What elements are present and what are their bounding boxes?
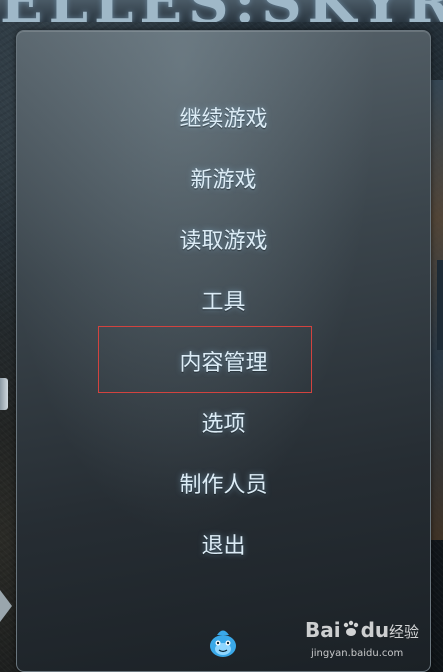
menu-item-load-game[interactable]: 读取游戏 [17, 227, 430, 257]
watermark-url: jingyan.baidu.com [311, 648, 404, 659]
baidu-logo-text: Bai [305, 618, 341, 642]
menu-item-tools[interactable]: 工具 [17, 288, 430, 318]
game-logo-banner: ELLES:SKYRIM [0, 0, 443, 22]
menu-item-credits[interactable]: 制作人员 [17, 471, 430, 501]
highlight-annotation-box [98, 326, 312, 393]
menu-item-new-game[interactable]: 新游戏 [17, 166, 430, 196]
baidu-jingyan-watermark: Bai du 经验 jingyan.baidu.com [305, 618, 435, 668]
menu-item-options[interactable]: 选项 [17, 410, 430, 440]
fish-mascot-icon [205, 626, 241, 660]
right-background-slot [437, 260, 443, 350]
baidu-logo-suffix: du [360, 618, 390, 642]
game-logo-text: ELLES:SKYRIM [0, 0, 443, 22]
jingyan-label: 经验 [389, 623, 420, 641]
baidu-logo: Bai du [305, 618, 389, 644]
left-arrow-icon [0, 590, 12, 622]
menu-item-quit[interactable]: 退出 [17, 532, 430, 562]
baidu-paw-icon [341, 619, 361, 644]
menu-item-continue[interactable]: 继续游戏 [17, 105, 430, 135]
left-side-tab [0, 378, 8, 410]
